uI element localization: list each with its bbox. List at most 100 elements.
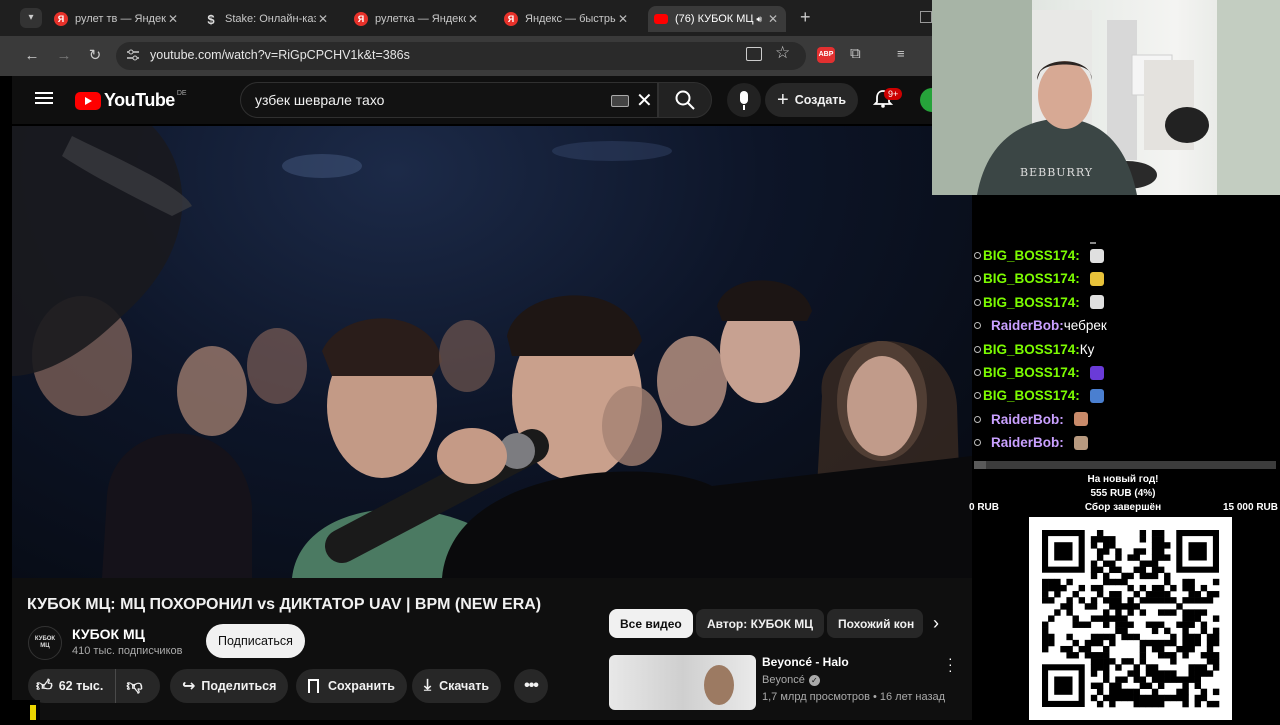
qr-module (1139, 548, 1147, 555)
search-icon[interactable] (675, 90, 695, 110)
subscribe-button[interactable]: Подписаться (206, 624, 305, 658)
install-app-icon[interactable] (746, 47, 762, 61)
close-tab-icon[interactable]: ✕ (616, 12, 630, 26)
qr-module (1103, 670, 1110, 677)
browser-tab[interactable]: Я Яндекс — быстрый ✕ (498, 6, 636, 32)
channel-name[interactable]: КУБОК МЦ (72, 626, 145, 642)
qr-module (1139, 676, 1147, 683)
tab-label: Яндекс — быстрый (525, 13, 616, 25)
qr-module (1048, 639, 1055, 647)
clear-search-icon[interactable]: ✕ (636, 88, 653, 113)
save-button[interactable]: Сохранить (296, 669, 407, 703)
chat-emote-icon (1089, 295, 1104, 310)
qr-module (1151, 536, 1159, 543)
dislike-button[interactable]: 👎︎ (116, 677, 152, 696)
qr-module (1157, 609, 1165, 616)
more-actions-button[interactable]: ••• (514, 669, 548, 703)
qr-module (1121, 627, 1128, 635)
url-text[interactable]: youtube.com/watch?v=RiGpCPCHV1k&t=386s (150, 48, 410, 62)
qr-module (1066, 603, 1073, 610)
qr-module (1157, 584, 1165, 592)
region-code: DE (176, 90, 187, 97)
recommendation-channel[interactable]: Beyoncé (762, 674, 805, 686)
chat-emote-icon (1073, 435, 1088, 450)
chat-emote-icon (1089, 365, 1104, 380)
chat-username: BIG_BOSS174 (983, 294, 1076, 310)
chat-emote-icon (1073, 412, 1088, 427)
qr-module (1212, 658, 1220, 665)
video-player[interactable] (12, 126, 972, 578)
qr-module (1206, 700, 1214, 708)
qr-module (1188, 633, 1195, 641)
qr-module (1212, 688, 1220, 696)
qr-module (1212, 633, 1220, 641)
qr-module (1048, 633, 1055, 641)
close-tab-icon[interactable]: ✕ (466, 12, 480, 26)
browser-tab[interactable]: (76) КУБОК МЦ 🔊︎ ✕ (648, 6, 786, 32)
chat-username: BIG_BOSS174 (983, 248, 1076, 263)
qr-module (1066, 645, 1073, 653)
qr-module (1090, 639, 1098, 647)
qr-module (1048, 578, 1055, 586)
media-controls-icon[interactable]: ≡ (897, 46, 905, 61)
chat-message: BIG_BOSS174: (974, 248, 1104, 263)
close-tab-icon[interactable]: ✕ (766, 12, 780, 26)
qr-module (1115, 591, 1122, 598)
close-tab-icon[interactable]: ✕ (166, 12, 180, 26)
search-query[interactable]: узбек шевралe тахо (255, 92, 384, 108)
qr-module (1084, 639, 1092, 647)
forward-arrow-icon[interactable]: → (52, 44, 76, 68)
qr-module (1151, 676, 1159, 683)
adblock-extension-icon[interactable]: ABP (817, 47, 835, 63)
share-button[interactable]: ↪ Поделиться (170, 669, 289, 703)
voice-search-button[interactable] (727, 83, 761, 117)
recommendation-menu-icon[interactable]: · · · (948, 651, 953, 677)
back-arrow-icon[interactable]: ← (20, 44, 44, 68)
qr-module (1194, 700, 1201, 708)
tab-search-dropdown-icon[interactable]: ▾ (20, 8, 42, 28)
site-settings-icon[interactable] (125, 47, 141, 63)
chip-author[interactable]: Автор: КУБОК МЦ (696, 609, 825, 638)
window-restore-icon[interactable] (920, 11, 932, 23)
browser-tab[interactable]: Ярулетка — Яндекс ✕ (348, 6, 486, 32)
qr-module (1157, 676, 1165, 683)
qr-module (1115, 621, 1122, 628)
qr-module (1090, 615, 1098, 622)
qr-module (1194, 633, 1201, 641)
qr-module (1188, 542, 1207, 561)
reload-icon[interactable]: ↻ (83, 44, 107, 68)
extensions-puzzle-icon[interactable]: ⧉ (850, 45, 861, 62)
bookmark-star-icon[interactable]: ☆ (775, 43, 790, 63)
download-button[interactable]: ⤓ Скачать (412, 669, 502, 703)
speaker-icon[interactable]: 🔊︎ (756, 14, 762, 25)
chip-similar[interactable]: Похожий кон (827, 609, 923, 638)
thumbs-up-icon: 👍︎ (36, 677, 53, 695)
chat-separator: : (1075, 388, 1084, 404)
recommendation-thumbnail[interactable] (609, 655, 756, 710)
close-tab-icon[interactable]: ✕ (316, 12, 330, 26)
hamburger-menu-icon[interactable] (35, 90, 53, 106)
chip-all-videos[interactable]: Все видео (609, 609, 693, 638)
bookmark-icon (308, 679, 319, 693)
share-label: Поделиться (201, 679, 277, 693)
chat-username: BIG_BOSS174 (983, 388, 1076, 404)
qr-module (1212, 627, 1220, 635)
qr-module (1115, 682, 1122, 689)
qr-module (1188, 584, 1195, 592)
create-button[interactable]: + Создать (765, 83, 859, 117)
channel-avatar[interactable]: КУБОК МЦ (28, 626, 62, 660)
qr-module (1096, 584, 1104, 592)
new-tab-button[interactable]: + (800, 8, 818, 26)
keyboard-icon[interactable] (611, 95, 629, 107)
youtube-logo[interactable]: YouTube DE (75, 90, 187, 111)
recommendation-title[interactable]: Beyoncé - Halo (762, 655, 849, 669)
browser-tab[interactable]: Ярулет тв — Яндекс ✕ (48, 6, 186, 32)
chevron-right-icon[interactable]: › (933, 613, 939, 634)
like-button[interactable]: 👍︎ 62 тыс. (28, 669, 117, 703)
qr-module (1182, 584, 1189, 592)
qr-module (1121, 676, 1128, 683)
qr-module (1103, 658, 1110, 665)
qr-module (1157, 591, 1165, 598)
qr-module (1139, 700, 1147, 708)
browser-tab[interactable]: $ Stake: Онлайн-казино✕ (198, 6, 336, 32)
